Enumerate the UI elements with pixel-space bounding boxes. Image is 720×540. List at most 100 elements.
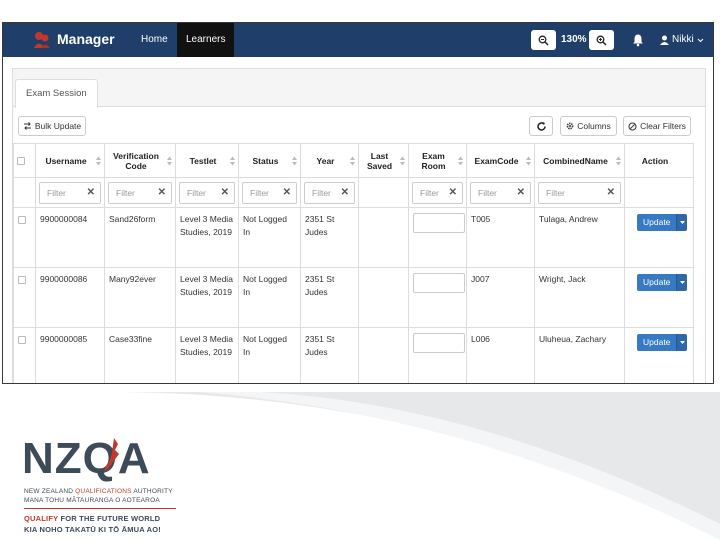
cell-exam-room — [408, 267, 467, 328]
filter-input[interactable]: Filter ✕ — [470, 181, 531, 204]
filter-exam-code[interactable]: Filter ✕ — [466, 177, 535, 208]
clear-filter-icon[interactable]: ✕ — [283, 187, 291, 198]
exam-room-input[interactable] — [413, 333, 465, 353]
exam-room-input[interactable] — [413, 213, 465, 233]
clear-filter-icon[interactable]: ✕ — [607, 187, 615, 198]
zoom-in-icon — [596, 35, 607, 46]
table-row[interactable]: 9900000086 Many92ever Level 3 Media Stud… — [13, 267, 694, 328]
filter-placeholder: Filter — [312, 187, 331, 198]
caret-down-icon[interactable] — [676, 214, 688, 231]
col-exam-code[interactable]: ExamCode — [466, 143, 535, 178]
caret-down-icon[interactable] — [676, 334, 688, 351]
clear-filter-icon[interactable]: ✕ — [158, 187, 166, 198]
bulk-update-label: Bulk Update — [34, 121, 82, 131]
user-menu[interactable]: Nikki — [660, 23, 704, 57]
filter-input[interactable]: Filter ✕ — [304, 181, 355, 204]
filter-combined-name[interactable]: Filter ✕ — [534, 177, 625, 208]
columns-button[interactable]: Columns — [560, 116, 617, 136]
filter-input[interactable]: Filter ✕ — [179, 181, 235, 204]
select-all-header[interactable] — [13, 143, 36, 178]
filter-input[interactable]: Filter ✕ — [108, 181, 172, 204]
clear-filter-icon[interactable]: ✕ — [221, 187, 229, 198]
bell-icon[interactable] — [631, 33, 645, 47]
zoom-out-button[interactable] — [531, 30, 556, 50]
update-button[interactable]: Update — [637, 214, 688, 231]
slide: Manager Home Learners 130% Nikki Exam Se… — [0, 0, 720, 540]
sort-icon — [167, 156, 172, 165]
brand[interactable]: Manager — [31, 29, 115, 49]
exam-room-input[interactable] — [413, 273, 465, 293]
row-select-cell[interactable] — [13, 327, 36, 383]
col-exam-room[interactable]: Exam Room — [408, 143, 467, 178]
filter-testlet[interactable]: Filter ✕ — [175, 177, 239, 208]
filter-input[interactable]: Filter ✕ — [412, 181, 463, 204]
clear-filter-icon[interactable]: ✕ — [517, 187, 525, 198]
cell-action: Update — [624, 207, 694, 268]
col-last-saved[interactable]: Last Saved — [358, 143, 409, 178]
cell-status: Not Logged In — [238, 207, 301, 268]
cell-verification-code: Sand26form — [104, 207, 176, 268]
cell-username: 9900000086 — [35, 267, 105, 328]
clear-filter-icon[interactable]: ✕ — [87, 187, 95, 198]
row-select-cell[interactable] — [13, 267, 36, 328]
col-status[interactable]: Status — [238, 143, 301, 178]
cell-action: Update — [624, 267, 694, 328]
table-row[interactable]: 9900000085 Case33fine Level 3 Media Stud… — [13, 327, 694, 383]
divider — [24, 508, 176, 509]
filter-exam-room[interactable]: Filter ✕ — [408, 177, 467, 208]
col-action-label: Action — [641, 155, 669, 166]
clear-filter-icon[interactable]: ✕ — [341, 187, 349, 198]
table-row[interactable]: 9900000084 Sand26form Level 3 Media Stud… — [13, 207, 694, 268]
filter-placeholder: Filter — [47, 187, 66, 198]
authority-part-3: AUTHORITY — [131, 488, 173, 495]
user-icon — [660, 35, 669, 45]
filter-input[interactable]: Filter ✕ — [538, 181, 621, 204]
filter-cell-empty — [358, 177, 409, 208]
filter-verification-code[interactable]: Filter ✕ — [104, 177, 176, 208]
learners-table: Username Verification Code Testlet Statu… — [13, 143, 694, 383]
filter-year[interactable]: Filter ✕ — [300, 177, 359, 208]
row-select-cell[interactable] — [13, 207, 36, 268]
col-username[interactable]: Username — [35, 143, 105, 178]
col-verification-code[interactable]: Verification Code — [104, 143, 176, 178]
filter-username[interactable]: Filter ✕ — [35, 177, 105, 208]
filter-input[interactable]: Filter ✕ — [242, 181, 297, 204]
row-checkbox[interactable] — [18, 276, 26, 284]
nav-learners[interactable]: Learners — [177, 23, 235, 57]
clear-filter-icon[interactable]: ✕ — [449, 187, 457, 198]
user-name: Nikki — [672, 34, 694, 45]
update-label[interactable]: Update — [637, 214, 677, 231]
zoom-in-button[interactable] — [589, 30, 614, 50]
cell-exam-room — [408, 327, 467, 383]
col-year[interactable]: Year — [300, 143, 359, 178]
columns-label: Columns — [577, 121, 611, 131]
update-label[interactable]: Update — [637, 274, 677, 291]
sort-icon — [526, 156, 531, 165]
clear-filter-icon — [628, 122, 637, 130]
nav-home[interactable]: Home — [132, 23, 177, 57]
col-action: Action — [624, 143, 694, 178]
col-exam-room-label: Exam Room — [421, 150, 446, 171]
col-testlet[interactable]: Testlet — [175, 143, 239, 178]
nzqa-maori-line: MANA TOHU MĀTAURANGA O AOTEAROA — [24, 497, 160, 504]
filter-input[interactable]: Filter ✕ — [39, 181, 101, 204]
sort-icon — [458, 156, 463, 165]
row-checkbox[interactable] — [18, 336, 26, 344]
bulk-update-button[interactable]: Bulk Update — [18, 116, 86, 136]
tab-exam-session[interactable]: Exam Session — [15, 79, 98, 108]
cell-year: 2351 St Judes — [300, 327, 359, 383]
update-label[interactable]: Update — [637, 334, 677, 351]
col-combined-name[interactable]: CombinedName — [534, 143, 625, 178]
app-screenshot: Manager Home Learners 130% Nikki Exam Se… — [2, 22, 714, 384]
caret-down-icon[interactable] — [676, 274, 688, 291]
row-checkbox[interactable] — [18, 216, 26, 224]
refresh-button[interactable] — [529, 116, 553, 136]
update-button[interactable]: Update — [637, 334, 688, 351]
filter-status[interactable]: Filter ✕ — [238, 177, 301, 208]
col-year-label: Year — [316, 155, 335, 166]
authority-part-1: NEW ZEALAND — [24, 488, 76, 495]
select-all-checkbox[interactable] — [16, 157, 25, 165]
filter-cell-empty — [624, 177, 694, 208]
update-button[interactable]: Update — [637, 274, 688, 291]
clear-filters-button[interactable]: Clear Filters — [623, 116, 691, 136]
